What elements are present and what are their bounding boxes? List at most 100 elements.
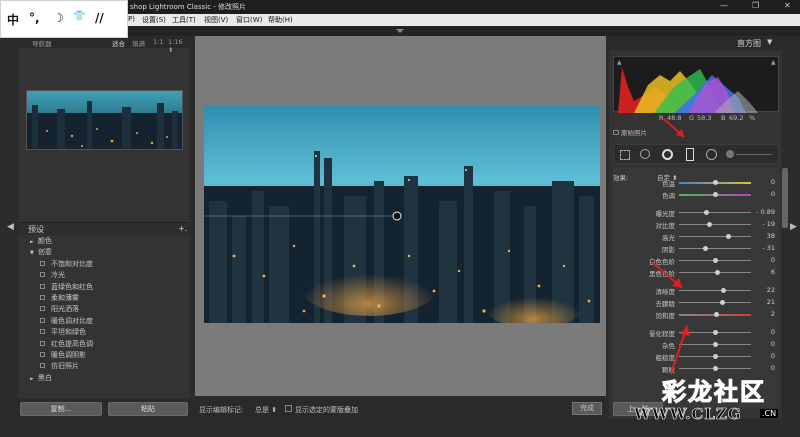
- collapse-top-icon[interactable]: [396, 29, 404, 33]
- ime-punctuation[interactable]: °,: [29, 11, 40, 25]
- done-button[interactable]: 完成: [572, 402, 602, 415]
- radial-filter-icon[interactable]: [706, 149, 717, 160]
- slider-knob[interactable]: [720, 288, 726, 293]
- graduated-filter-icon[interactable]: [686, 148, 694, 161]
- tree-toggle-icon[interactable]: ▼: [30, 250, 34, 256]
- histogram[interactable]: ▲ ▲: [613, 56, 779, 113]
- spot-removal-icon[interactable]: [640, 149, 650, 159]
- slider-track[interactable]: [679, 236, 751, 237]
- preset-item[interactable]: 平坦和绿色: [40, 327, 86, 337]
- slider-knob[interactable]: [707, 222, 713, 227]
- slider-value[interactable]: 0: [753, 256, 775, 264]
- menu-photo[interactable]: P): [128, 15, 135, 23]
- slider-value[interactable]: - 31: [753, 244, 775, 252]
- close-button[interactable]: ✕: [784, 1, 791, 10]
- preset-item[interactable]: 柔和薄雾: [40, 293, 79, 303]
- menu-help[interactable]: 帮助(H): [268, 15, 293, 25]
- preset-item[interactable]: ► 黑白: [30, 373, 52, 383]
- histogram-collapse-icon[interactable]: ▼: [767, 38, 772, 46]
- slider-knob[interactable]: [713, 354, 718, 359]
- presets-header[interactable]: 预设 +.: [18, 222, 190, 235]
- preset-item[interactable]: ► 颜色: [30, 236, 52, 246]
- redeye-tool-icon[interactable]: [662, 149, 673, 160]
- slider-knob[interactable]: [713, 192, 718, 197]
- slider-knob[interactable]: [713, 258, 718, 263]
- crop-tool-icon[interactable]: [620, 150, 630, 160]
- tree-toggle-icon[interactable]: ►: [30, 376, 34, 382]
- slider-value[interactable]: 0: [753, 190, 775, 198]
- preset-item[interactable]: 不饱和对比度: [40, 259, 93, 269]
- ime-skin-icon[interactable]: 👕: [73, 11, 85, 22]
- slider-track[interactable]: [679, 248, 751, 249]
- menu-settings[interactable]: 设置(S): [142, 15, 166, 25]
- edit-pins-dropdown[interactable]: 总是 ⬍: [255, 405, 277, 415]
- slider-knob[interactable]: [713, 366, 718, 371]
- slider-track[interactable]: [679, 302, 751, 303]
- slider-value[interactable]: 22: [753, 286, 775, 294]
- slider-knob[interactable]: [713, 330, 718, 335]
- zoom-1-16[interactable]: 1:16 ⬍: [168, 38, 190, 54]
- preset-item[interactable]: 阳光洒落: [40, 304, 79, 314]
- preset-item[interactable]: ▼ 创意: [30, 247, 52, 257]
- slider-knob[interactable]: [704, 210, 710, 215]
- preset-label: 仿旧照片: [51, 362, 79, 371]
- original-photo-checkbox[interactable]: [613, 130, 619, 135]
- slider-value[interactable]: 2: [753, 310, 775, 318]
- preset-item[interactable]: 红色提高色调: [40, 339, 93, 349]
- left-panel-toggle-icon[interactable]: ◀: [7, 222, 14, 232]
- slider-value[interactable]: 0: [753, 364, 775, 372]
- slider-track[interactable]: [679, 212, 751, 213]
- slider-value[interactable]: - 19: [753, 220, 775, 228]
- photo-canvas[interactable]: [195, 36, 606, 396]
- menu-window[interactable]: 窗口(W): [236, 15, 262, 25]
- slider-knob[interactable]: [720, 300, 726, 305]
- right-panel-toggle-icon[interactable]: ▶: [790, 222, 797, 232]
- slider-value[interactable]: - 0.89: [753, 208, 775, 216]
- slider-value[interactable]: 0: [753, 352, 775, 360]
- add-preset-button[interactable]: +.: [178, 224, 187, 233]
- menu-tools[interactable]: 工具(T): [172, 15, 196, 25]
- slider-knob[interactable]: [702, 246, 708, 251]
- menu-view[interactable]: 视图(V): [204, 15, 228, 25]
- ime-moon-icon[interactable]: ☽: [53, 11, 64, 25]
- ime-toolbox-icon[interactable]: //: [95, 11, 104, 25]
- preset-item[interactable]: 仿旧照片: [40, 361, 79, 371]
- slider-value[interactable]: 0: [753, 328, 775, 336]
- slider-knob[interactable]: [715, 270, 721, 275]
- original-photo-label: 原始照片: [621, 129, 647, 137]
- tree-toggle-icon[interactable]: ►: [30, 239, 34, 245]
- paste-settings-button[interactable]: 粘贴: [108, 402, 188, 416]
- preset-item[interactable]: 暖色调阴影: [40, 350, 86, 360]
- slider-value[interactable]: 38: [753, 232, 775, 240]
- zoom-fill[interactable]: 填满: [132, 38, 145, 48]
- slider-value[interactable]: 0: [753, 178, 775, 186]
- maximize-button[interactable]: ❐: [752, 1, 759, 10]
- ime-chinese-mode[interactable]: 中: [7, 11, 19, 28]
- slider-knob[interactable]: [725, 234, 731, 239]
- slider-track[interactable]: [679, 224, 751, 225]
- overlay-checkbox[interactable]: [285, 405, 292, 412]
- original-photo-toggle[interactable]: 原始照片: [613, 127, 647, 137]
- slider-value[interactable]: 21: [753, 298, 775, 306]
- right-panel-scrollbar[interactable]: [782, 168, 788, 228]
- histogram-header[interactable]: 直方图 ▼: [609, 36, 782, 50]
- minimize-button[interactable]: —: [720, 1, 728, 10]
- zoom-fit[interactable]: 适合: [112, 38, 125, 48]
- tool-slider[interactable]: [736, 154, 772, 155]
- slider-knob[interactable]: [713, 342, 718, 347]
- slider-knob[interactable]: [713, 180, 718, 185]
- copy-settings-button[interactable]: 复制...: [20, 402, 102, 416]
- preset-item[interactable]: 冷光: [40, 270, 65, 280]
- slider-track[interactable]: [679, 290, 751, 291]
- edited-photo[interactable]: [204, 106, 600, 323]
- preset-item[interactable]: 蓝绿色和红色: [40, 282, 93, 292]
- slider-label: 对比度: [655, 222, 676, 230]
- navigator-preview[interactable]: [26, 90, 183, 150]
- window-title: shop Lightroom Classic - 修改照片: [130, 3, 247, 11]
- slider-knob[interactable]: [713, 312, 719, 317]
- zoom-1-1[interactable]: 1:1: [153, 38, 163, 46]
- brush-tool-icon[interactable]: [726, 150, 734, 158]
- slider-value[interactable]: 0: [753, 340, 775, 348]
- preset-item[interactable]: 暖色调对比度: [40, 316, 93, 326]
- slider-value[interactable]: 6: [753, 268, 775, 276]
